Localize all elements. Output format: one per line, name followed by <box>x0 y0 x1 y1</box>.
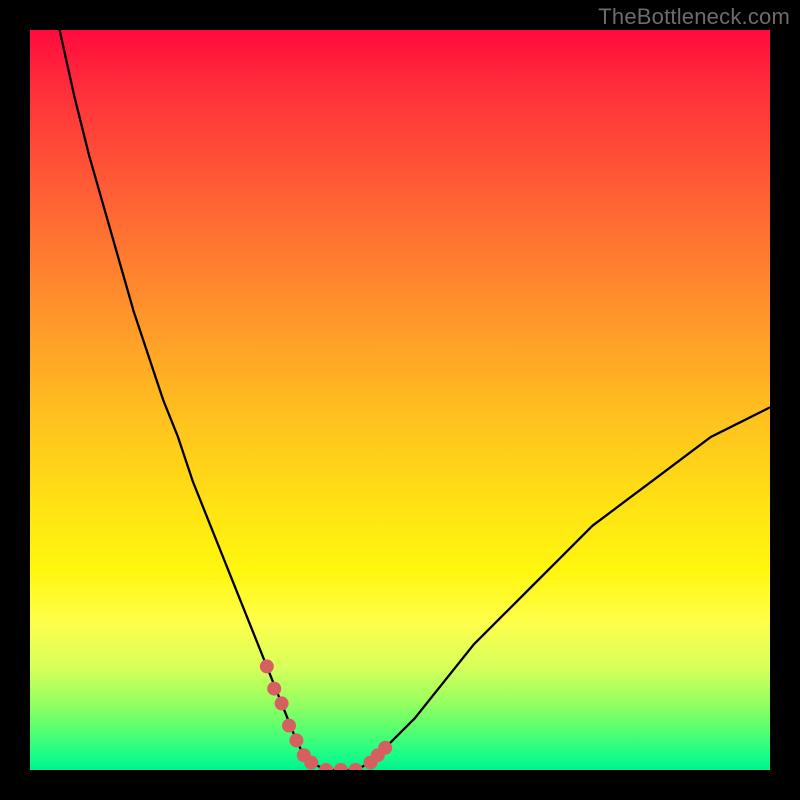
curve-marker <box>334 763 348 770</box>
curve-marker <box>378 741 392 755</box>
chart-frame: TheBottleneck.com <box>0 0 800 800</box>
curve-markers <box>260 659 392 770</box>
watermark-text: TheBottleneck.com <box>598 4 790 30</box>
curve-marker <box>260 659 274 673</box>
curve-marker <box>304 756 318 770</box>
curve-layer <box>30 30 770 770</box>
curve-marker <box>319 763 333 770</box>
curve-marker <box>275 696 289 710</box>
curve-marker <box>267 682 281 696</box>
bottleneck-curve <box>60 30 770 770</box>
curve-marker <box>282 719 296 733</box>
curve-marker <box>289 733 303 747</box>
curve-marker <box>349 763 363 770</box>
plot-area <box>30 30 770 770</box>
